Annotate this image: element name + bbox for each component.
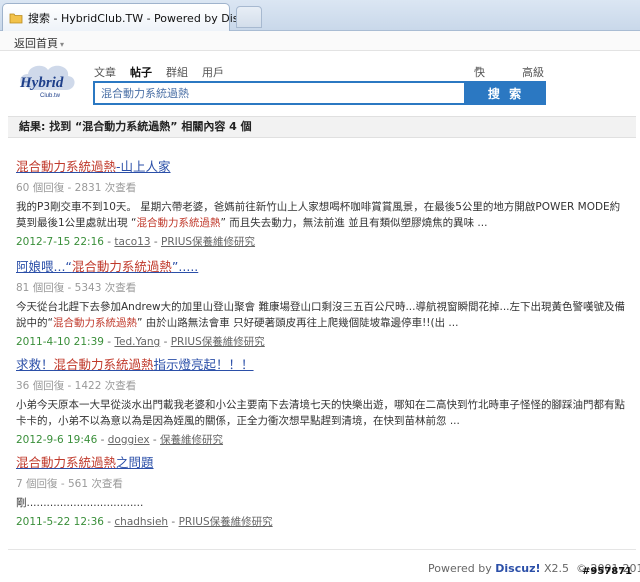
search-box (93, 81, 466, 105)
svg-text:Club.tw: Club.tw (40, 93, 61, 99)
site-logo[interactable]: Hybrid Club.tw (16, 60, 80, 104)
back-home-link[interactable]: 返回首頁 ▾ (14, 35, 64, 51)
search-result-item: 混合動力系統過熱-山上人家 60 個回復 - 2831 次查看 我的P3剛交車不… (16, 156, 626, 249)
search-categories: 文章 帖子 群組 用戶 快捷▾ 高級 (94, 64, 544, 95)
tab-articles[interactable]: 文章 (94, 64, 116, 80)
browser-tab[interactable]: 搜索 - HybridClub.TW - Powered by Discuz! (2, 3, 262, 31)
search-result-item: 混合動力系統過熱之問題 7 個回復 - 561 次查看 剛...........… (16, 452, 626, 529)
result-meta: 7 個回復 - 561 次查看 (16, 478, 123, 490)
result-forum-link[interactable]: PRIUS保養維修研究 (161, 236, 255, 248)
search-button[interactable]: 搜 索 (466, 81, 546, 105)
result-forum-link[interactable]: PRIUS保養維修研究 (171, 336, 265, 348)
result-author-link[interactable]: Ted.Yang (114, 336, 160, 348)
result-title-link[interactable]: 混合動力系統過熱之問題 (16, 452, 626, 471)
result-date: 2011-4-10 21:39 (16, 336, 104, 348)
result-summary: 結果: 找到 “混合動力系統過熱” 相關內容 4 個 (8, 116, 636, 138)
result-meta: 81 個回復 - 5343 次查看 (16, 282, 137, 294)
result-author-link[interactable]: taco13 (114, 236, 150, 248)
tab-posts[interactable]: 帖子 (130, 64, 152, 80)
result-title-link[interactable]: 混合動力系統過熱-山上人家 (16, 156, 626, 175)
result-forum-link[interactable]: PRIUS保養維修研究 (179, 516, 273, 528)
browser-tab-strip: 搜索 - HybridClub.TW - Powered by Discuz! (0, 0, 640, 31)
result-title-link[interactable]: 阿娘喂...“混合動力系統過熱”..... (16, 256, 626, 275)
result-author-link[interactable]: chadhsieh (114, 516, 168, 528)
folder-icon (9, 11, 23, 25)
result-footer: 2012-9-6 19:46 - doggiex - 保養維修研究 (16, 434, 224, 446)
search-input[interactable] (95, 83, 464, 103)
chevron-down-icon: ▾ (476, 64, 481, 73)
result-date: 2012-7-15 22:16 (16, 236, 104, 248)
result-snippet: 我的P3剛交車不到10天。 星期六帶老婆，爸媽前往新竹山上人家想喝杯咖啡賞賞風景… (16, 201, 621, 229)
result-meta: 60 個回復 - 2831 次查看 (16, 182, 137, 194)
search-result-item: 阿娘喂...“混合動力系統過熱”..... 81 個回復 - 5343 次查看 … (16, 256, 626, 349)
result-forum-link[interactable]: 保養維修研究 (160, 434, 223, 446)
footer-divider (8, 549, 636, 550)
result-author-link[interactable]: doggiex (108, 434, 150, 446)
top-nav: 返回首頁 ▾ (0, 31, 640, 51)
image-watermark: #957871 (582, 566, 633, 577)
result-title-link[interactable]: 求救！混合動力系統過熱指示燈亮起！！！ (16, 354, 626, 373)
tab-title: 搜索 - HybridClub.TW - Powered by Discuz! (28, 11, 262, 25)
result-meta: 36 個回復 - 1422 次查看 (16, 380, 137, 392)
result-footer: 2011-4-10 21:39 - Ted.Yang - PRIUS保養維修研究 (16, 336, 265, 348)
result-footer: 2012-7-15 22:16 - taco13 - PRIUS保養維修研究 (16, 236, 256, 248)
new-tab-button[interactable] (236, 6, 262, 28)
result-footer: 2011-5-22 12:36 - chadhsieh - PRIUS保養維修研… (16, 516, 273, 528)
result-snippet: 今天從台北趕下去參加Andrew大的加里山登山聚會 難康場登山口剩沒三五百公尺時… (16, 301, 625, 329)
result-snippet: 剛................................... (16, 497, 144, 509)
svg-text:Hybrid: Hybrid (19, 75, 64, 91)
advanced-search-link[interactable]: 高級 (522, 64, 544, 80)
result-date: 2011-5-22 12:36 (16, 516, 104, 528)
discuz-link[interactable]: Discuz! (495, 562, 540, 575)
result-date: 2012-9-6 19:46 (16, 434, 98, 446)
tab-users[interactable]: 用戶 (202, 64, 224, 80)
tab-groups[interactable]: 群組 (166, 64, 188, 80)
search-result-item: 求救！混合動力系統過熱指示燈亮起！！！ 36 個回復 - 1422 次查看 小弟… (16, 354, 626, 447)
chevron-down-icon: ▾ (60, 40, 65, 49)
result-snippet: 小弟今天原本一大早從淡水出門載我老婆和小公主要南下去清境七天的快樂出遊，哪知在二… (16, 399, 625, 427)
